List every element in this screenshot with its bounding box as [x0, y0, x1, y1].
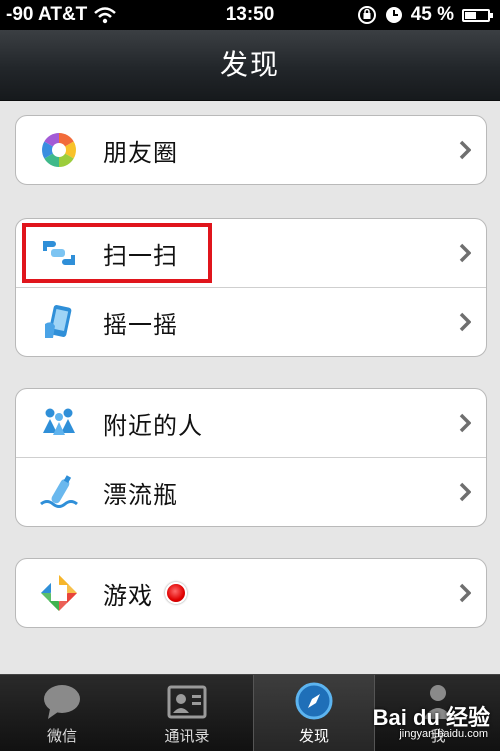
tab-label: 通讯录 — [164, 727, 210, 745]
tab-chats[interactable]: 微信 — [2, 675, 122, 751]
chevron-right-icon — [459, 140, 471, 160]
menu-item-label: 附近的人 — [103, 411, 203, 440]
menu-item-drift-bottle[interactable]: 漂流瓶 — [16, 457, 486, 526]
navigation-bar: 发现 — [0, 30, 500, 101]
menu-item-label: 漂流瓶 — [103, 480, 178, 509]
chevron-right-icon — [459, 413, 471, 433]
group-games: 游戏 — [15, 558, 487, 628]
highlight-box — [22, 223, 212, 283]
watermark-url: jingyan.baidu.com — [399, 728, 488, 740]
rotation-lock-icon — [357, 6, 376, 24]
chevron-right-icon — [459, 312, 471, 332]
menu-item-shake[interactable]: 摇一摇 — [16, 287, 486, 356]
compass-icon — [295, 682, 333, 720]
games-diamond-icon — [39, 573, 79, 613]
menu-item-label: 摇一摇 — [103, 310, 178, 339]
battery-fill — [465, 11, 476, 19]
chevron-right-icon — [459, 583, 471, 603]
chevron-right-icon — [459, 243, 471, 263]
menu-item-moments[interactable]: 朋友圈 — [16, 116, 486, 184]
menu-item-label: 朋友圈 — [103, 138, 178, 167]
contacts-card-icon — [167, 685, 207, 719]
tab-label: 微信 — [46, 727, 77, 745]
alarm-icon — [385, 7, 402, 23]
chevron-right-icon — [459, 482, 471, 502]
chat-bubble-icon — [44, 685, 80, 719]
page-title: 发现 — [219, 48, 280, 81]
shake-phone-icon — [39, 302, 79, 342]
battery-icon — [462, 8, 493, 22]
menu-item-games[interactable]: 游戏 — [16, 559, 486, 627]
notification-dot — [165, 582, 187, 604]
menu-item-people-nearby[interactable]: 附近的人 — [16, 389, 486, 457]
people-nearby-icon — [39, 403, 79, 443]
moments-aperture-icon — [39, 130, 79, 170]
menu-item-label: 游戏 — [103, 581, 153, 610]
tab-label: 发现 — [298, 727, 329, 745]
tab-contacts[interactable]: 通讯录 — [127, 675, 247, 751]
group-moments: 朋友圈 — [15, 115, 487, 185]
group-nearby-bottle: 附近的人 漂流瓶 — [15, 388, 487, 527]
drift-bottle-icon — [39, 472, 79, 512]
status-bar: -90 AT&T 13:50 45 % — [0, 0, 500, 30]
battery-percent: 45 % — [410, 4, 454, 25]
tab-discover[interactable]: 发现 — [253, 675, 375, 751]
